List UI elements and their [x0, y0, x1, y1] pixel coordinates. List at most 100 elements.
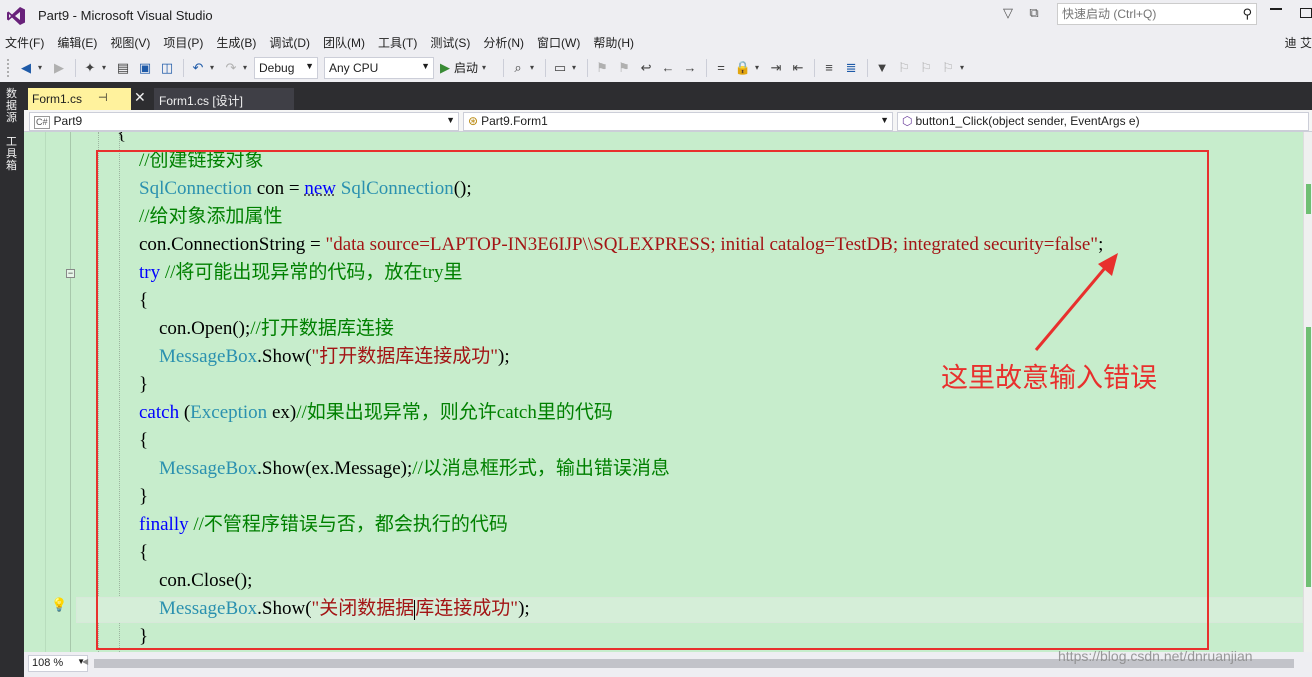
lock-icon[interactable]: 🔒: [733, 58, 753, 78]
filter-icon[interactable]: ▽: [1000, 5, 1016, 21]
code-line[interactable]: //给对象添加属性: [139, 203, 283, 231]
code-line[interactable]: {: [139, 427, 148, 455]
menu-help[interactable]: 帮助(H): [588, 31, 642, 53]
menu-test[interactable]: 测试(S): [425, 31, 478, 53]
step-back-icon[interactable]: ↩: [636, 58, 656, 78]
toolbox-tab[interactable]: 工具箱: [6, 136, 18, 172]
navigate-back-icon[interactable]: ◀: [16, 58, 36, 78]
chevron-down-icon: ▼: [305, 60, 314, 71]
code-line[interactable]: con.ConnectionString = "data source=LAPT…: [139, 231, 1103, 259]
comment-icon[interactable]: ≡: [819, 58, 839, 78]
solution-platform-select[interactable]: Any CPU ▼: [324, 56, 434, 79]
code-line[interactable]: //创建链接对象: [139, 147, 264, 175]
class-icon: ⊛: [468, 114, 479, 128]
menu-debug[interactable]: 调试(D): [264, 31, 318, 53]
collapse-icon[interactable]: −: [66, 269, 75, 278]
code-line[interactable]: try //将可能出现异常的代码，放在try里: [139, 259, 463, 287]
user-account[interactable]: 迪 艾: [1285, 34, 1312, 51]
bookmark-clear-icon[interactable]: ⚐: [938, 58, 958, 78]
bookmark-prev-icon[interactable]: ⚑: [592, 58, 612, 78]
menu-build[interactable]: 生成(B): [211, 31, 264, 53]
scroll-left-icon[interactable]: ◀: [82, 657, 88, 666]
chevron-down-icon[interactable]: ▾: [243, 63, 251, 72]
code-line[interactable]: catch (Exception ex)//如果出现异常，则允许catch里的代…: [139, 399, 613, 427]
navigate-forward-icon[interactable]: ▶: [49, 58, 69, 78]
code-line[interactable]: }: [139, 623, 148, 651]
lightbulb-icon[interactable]: 💡: [51, 597, 67, 613]
close-icon[interactable]: ✕: [134, 89, 146, 106]
chevron-down-icon[interactable]: ▾: [102, 63, 110, 72]
menu-file[interactable]: 文件(F): [0, 31, 52, 53]
open-file-icon[interactable]: ▤: [113, 58, 133, 78]
bookmark-next-gray-icon[interactable]: ⚐: [916, 58, 936, 78]
code-line[interactable]: {: [139, 539, 148, 567]
menu-edit[interactable]: 编辑(E): [52, 31, 105, 53]
menu-analyze[interactable]: 分析(N): [478, 31, 532, 53]
bookmark-next-icon[interactable]: ⚑: [614, 58, 634, 78]
start-debugging-button[interactable]: ▶ 启动 ▾: [440, 59, 493, 76]
equals-icon[interactable]: =: [711, 58, 731, 78]
toolbar-grip[interactable]: [6, 57, 10, 78]
menu-team[interactable]: 团队(M): [318, 31, 373, 53]
code-line[interactable]: MessageBox.Show(ex.Message);//以消息框形式，输出错…: [159, 455, 670, 483]
chevron-down-icon[interactable]: ▾: [755, 63, 763, 72]
save-all-icon[interactable]: ◫: [157, 58, 177, 78]
annotation-label: 这里故意输入错误: [941, 363, 1157, 394]
arrow-right-icon[interactable]: →: [680, 58, 700, 78]
code-line[interactable]: }: [139, 371, 148, 399]
menu-project[interactable]: 项目(P): [158, 31, 211, 53]
standard-toolbar: ◀ ▾ ▶ ✦ ▾ ▤ ▣ ◫ ↶ ▾ ↷ ▾ Debug ▼ Any CPU …: [0, 53, 1312, 82]
project-dropdown[interactable]: C# Part9 ▼: [29, 112, 459, 131]
member-dropdown[interactable]: ⬡ button1_Click(object sender, EventArgs …: [897, 112, 1309, 131]
code-line[interactable]: MessageBox.Show("关闭数据据库连接成功");: [159, 595, 530, 623]
chevron-down-icon[interactable]: ▾: [38, 63, 46, 72]
code-line[interactable]: finally //不管程序错误与否，都会执行的代码: [139, 511, 508, 539]
feedback-icon[interactable]: ⧉: [1026, 5, 1042, 21]
code-line[interactable]: con.Open();//打开数据库连接: [159, 315, 394, 343]
search-icon[interactable]: ⚲: [1242, 6, 1252, 22]
change-marker: [1306, 184, 1311, 214]
quick-launch-input[interactable]: [1058, 4, 1228, 24]
title-bar: Part9 - Microsoft Visual Studio ▽ ⧉ ⚲: [0, 0, 1312, 31]
code-line[interactable]: {: [139, 287, 148, 315]
menu-view[interactable]: 视图(V): [105, 31, 158, 53]
chevron-down-icon[interactable]: ▾: [210, 63, 218, 72]
bookmark-icon[interactable]: ▼: [872, 58, 892, 78]
class-dropdown[interactable]: ⊛ Part9.Form1 ▼: [463, 112, 893, 131]
tab-form1-design[interactable]: Form1.cs [设计]: [154, 88, 294, 110]
outdent-icon[interactable]: ⇤: [788, 58, 808, 78]
indent-icon[interactable]: ⇥: [766, 58, 786, 78]
tab-form1-cs[interactable]: Form1.cs ⊣: [28, 88, 131, 110]
navigation-bar: C# Part9 ▼ ⊛ Part9.Form1 ▼ ⬡ button1_Click(…: [24, 110, 1312, 132]
document-tab-bar: Form1.cs ⊣ ✕ Form1.cs [设计]: [24, 82, 1312, 110]
menu-tools[interactable]: 工具(T): [373, 31, 425, 53]
find-in-files-icon[interactable]: ⌕: [508, 58, 528, 78]
code-line[interactable]: SqlConnection con = new SqlConnection();: [139, 175, 472, 203]
code-line[interactable]: MessageBox.Show("打开数据库连接成功");: [159, 343, 510, 371]
code-line[interactable]: {: [117, 132, 126, 148]
chevron-down-icon: ▾: [482, 63, 487, 72]
data-sources-tab[interactable]: 数据源: [6, 88, 18, 124]
new-project-icon[interactable]: ✦: [80, 58, 100, 78]
quick-launch[interactable]: ⚲: [1057, 3, 1257, 25]
indicator-margin: [24, 132, 46, 652]
save-icon[interactable]: ▣: [135, 58, 155, 78]
minimize-button[interactable]: [1270, 8, 1282, 10]
uncomment-icon[interactable]: ≣: [841, 58, 861, 78]
chevron-down-icon[interactable]: ▾: [572, 63, 580, 72]
chevron-down-icon[interactable]: ▾: [530, 63, 538, 72]
menu-window[interactable]: 窗口(W): [532, 31, 588, 53]
redo-icon[interactable]: ↷: [221, 58, 241, 78]
pin-icon[interactable]: ⊣: [98, 91, 108, 104]
vertical-scrollbar[interactable]: [1303, 132, 1312, 652]
chevron-down-icon[interactable]: ▾: [960, 63, 968, 72]
solution-config-select[interactable]: Debug ▼: [254, 56, 318, 79]
code-line[interactable]: con.Close();: [159, 567, 252, 595]
bookmark-prev-gray-icon[interactable]: ⚐: [894, 58, 914, 78]
layout-icon[interactable]: ▭: [550, 58, 570, 78]
code-line[interactable]: }: [139, 483, 148, 511]
undo-icon[interactable]: ↶: [188, 58, 208, 78]
zoom-select[interactable]: 108 % ▼: [28, 655, 88, 672]
arrow-left-icon[interactable]: ←: [658, 58, 678, 78]
maximize-button[interactable]: [1300, 8, 1312, 18]
